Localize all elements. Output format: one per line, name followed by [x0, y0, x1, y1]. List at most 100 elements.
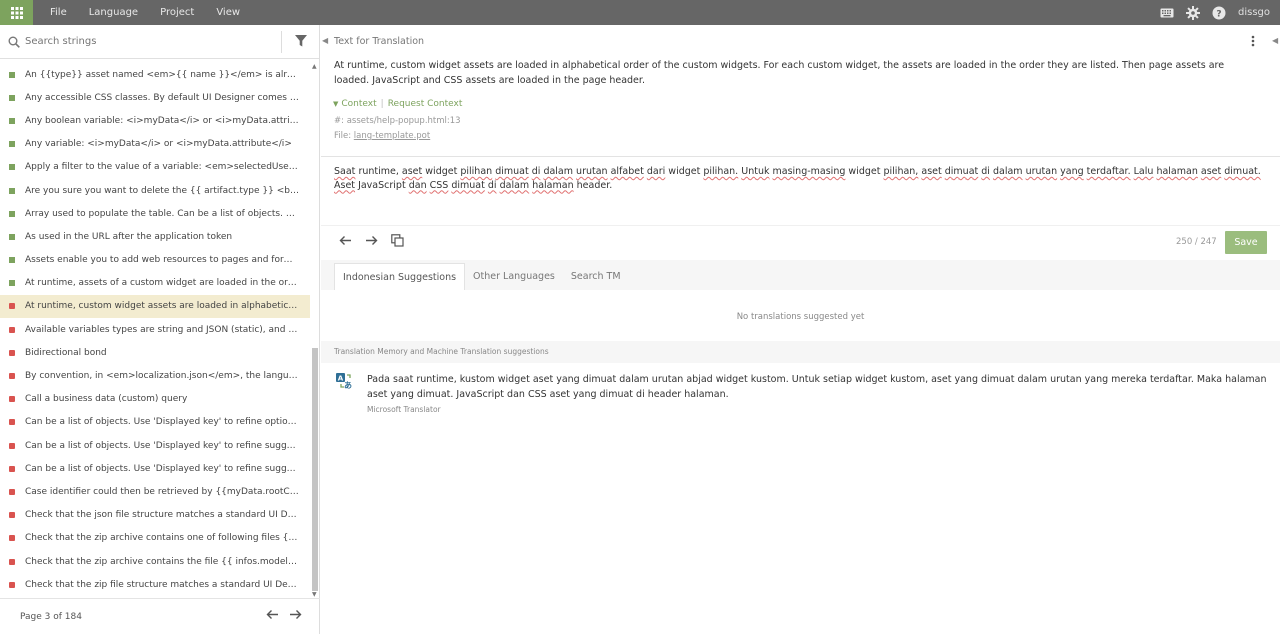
list-item-text: Apply a filter to the value of a variabl… [25, 162, 299, 173]
save-button[interactable]: Save [1225, 231, 1267, 254]
list-item[interactable]: Bidirectional bond [0, 341, 310, 364]
translated-status-icon [9, 164, 15, 171]
request-context-link[interactable]: Request Context [388, 99, 463, 109]
untranslated-status-icon [9, 326, 15, 333]
untranslated-status-icon [9, 488, 15, 495]
username[interactable]: dissgo [1238, 7, 1270, 18]
apps-grid-button[interactable] [0, 0, 33, 25]
untranslated-status-icon [9, 396, 15, 403]
suggestion-tabs: Indonesian Suggestions Other Languages S… [334, 263, 629, 290]
mt-suggestion-source: Microsoft Translator [367, 405, 441, 414]
menu-project[interactable]: Project [160, 7, 194, 18]
file-info: File: lang-template.pot [334, 131, 430, 141]
list-item[interactable]: Array used to populate the table. Can be… [0, 202, 310, 225]
svg-text:あ: あ [344, 381, 352, 389]
arrow-right-icon [290, 610, 302, 619]
menu-view[interactable]: View [216, 7, 240, 18]
settings-button[interactable] [1185, 5, 1200, 20]
list-item[interactable]: Check that the zip archive contains the … [0, 550, 310, 573]
list-item-text: Check that the zip archive contains one … [25, 533, 299, 544]
list-item[interactable]: Can be a list of objects. Use 'Displayed… [0, 457, 310, 480]
list-item[interactable]: Apply a filter to the value of a variabl… [0, 156, 310, 179]
list-item[interactable]: Are you sure you want to delete the {{ a… [0, 179, 310, 202]
list-item[interactable]: At runtime, custom widget assets are loa… [0, 294, 310, 319]
list-item[interactable]: Can be a list of objects. Use 'Displayed… [0, 411, 310, 434]
list-item-text: Any boolean variable: <i>myData</i> or <… [25, 115, 299, 126]
translated-status-icon [9, 233, 15, 240]
search-bar [0, 25, 319, 59]
list-item[interactable]: At runtime, assets of a custom widget ar… [0, 272, 310, 295]
tab-search-tm[interactable]: Search TM [563, 263, 629, 290]
more-options-button[interactable] [1251, 35, 1255, 47]
keyboard-button[interactable] [1160, 8, 1174, 18]
list-item-text: Bidirectional bond [25, 347, 107, 358]
file-name-link[interactable]: lang-template.pot [354, 131, 430, 141]
filter-icon [295, 35, 307, 47]
translated-status-icon [9, 280, 15, 287]
list-item[interactable]: Any accessible CSS classes. By default U… [0, 86, 310, 109]
list-item[interactable]: Any boolean variable: <i>myData</i> or <… [0, 109, 310, 132]
caret-down-icon: ▼ [333, 100, 339, 108]
list-item[interactable]: Assets enable you to add web resources t… [0, 249, 310, 272]
translated-status-icon [9, 210, 15, 217]
translated-status-icon [9, 141, 15, 148]
editor-toolbar [339, 234, 417, 247]
tm-section-label: Translation Memory and Machine Translati… [334, 347, 549, 356]
translation-textarea[interactable]: Saat runtime, aset widget pilihan dimuat… [334, 165, 1264, 192]
scroll-up-arrow-icon[interactable]: ▲ [312, 63, 317, 70]
untranslated-status-icon [9, 465, 15, 472]
list-item[interactable]: Available variables types are string and… [0, 318, 310, 341]
strings-panel: An {{type}} asset named <em>{{ name }}</… [0, 25, 320, 634]
untranslated-status-icon [9, 442, 15, 449]
list-item[interactable]: As used in the URL after the application… [0, 225, 310, 248]
divider [281, 31, 282, 53]
pagination-arrows [256, 609, 302, 620]
list-item[interactable]: Check that the zip archive contains one … [0, 527, 310, 550]
help-button[interactable]: ? [1212, 6, 1226, 20]
list-item[interactable]: By convention, in <em>localization.json<… [0, 364, 310, 387]
list-item[interactable]: Case identifier could then be retrieved … [0, 480, 310, 503]
copy-source-button[interactable] [391, 234, 404, 247]
list-item[interactable]: Can be a list of objects. Use 'Displayed… [0, 434, 310, 457]
untranslated-status-icon [9, 581, 15, 588]
list-item[interactable]: Any variable: <i>myData</i> or <i>myData… [0, 133, 310, 156]
search-icon [8, 36, 20, 48]
scrollbar-thumb[interactable] [312, 348, 318, 591]
collapse-right-panel-icon[interactable]: ◀ [1272, 36, 1278, 45]
list-item[interactable]: Check that the json file structure match… [0, 504, 310, 527]
menu-file[interactable]: File [50, 7, 67, 18]
list-item-text: At runtime, assets of a custom widget ar… [25, 278, 299, 289]
list-item-text: Check that the zip file structure matche… [25, 579, 299, 590]
list-item-text: Call a business data (custom) query [25, 394, 188, 405]
list-item-text: As used in the URL after the application… [25, 231, 233, 242]
apps-grid-icon [10, 6, 23, 19]
search-input[interactable] [25, 36, 265, 47]
list-scrollbar[interactable]: ▲ ▼ [311, 63, 319, 598]
list-item[interactable]: Check that the zip file structure matche… [0, 573, 310, 596]
previous-string-button[interactable] [339, 235, 352, 246]
translation-editor[interactable]: Saat runtime, aset widget pilihan dimuat… [321, 156, 1280, 226]
list-item-text: Can be a list of objects. Use 'Displayed… [25, 463, 299, 474]
list-item-text: By convention, in <em>localization.json<… [25, 371, 299, 382]
suggestions-body: No translations suggested yet Translatio… [321, 290, 1280, 634]
filter-button[interactable] [294, 34, 308, 48]
translated-status-icon [9, 94, 15, 101]
list-item[interactable]: Call a business data (custom) query [0, 388, 310, 411]
tab-other-languages[interactable]: Other Languages [465, 263, 563, 290]
next-page-button[interactable] [289, 609, 302, 620]
list-item-text: Can be a list of objects. Use 'Displayed… [25, 417, 299, 428]
copy-icon [391, 234, 404, 247]
page-indicator: Page 3 of 184 [20, 611, 82, 622]
scroll-down-arrow-icon[interactable]: ▼ [312, 591, 317, 598]
more-vertical-icon [1251, 35, 1255, 47]
list-item[interactable]: An {{type}} asset named <em>{{ name }}</… [0, 63, 310, 86]
previous-page-button[interactable] [266, 609, 279, 620]
tab-indonesian-suggestions[interactable]: Indonesian Suggestions [334, 263, 466, 290]
context-toggle[interactable]: Context [341, 99, 376, 109]
untranslated-status-icon [9, 373, 15, 380]
machine-translation-icon: A あ [336, 373, 352, 389]
next-string-button[interactable] [365, 235, 378, 246]
mt-suggestion-text[interactable]: Pada saat runtime, kustom widget aset ya… [367, 373, 1267, 402]
untranslated-status-icon [9, 419, 15, 426]
menu-language[interactable]: Language [89, 7, 138, 18]
